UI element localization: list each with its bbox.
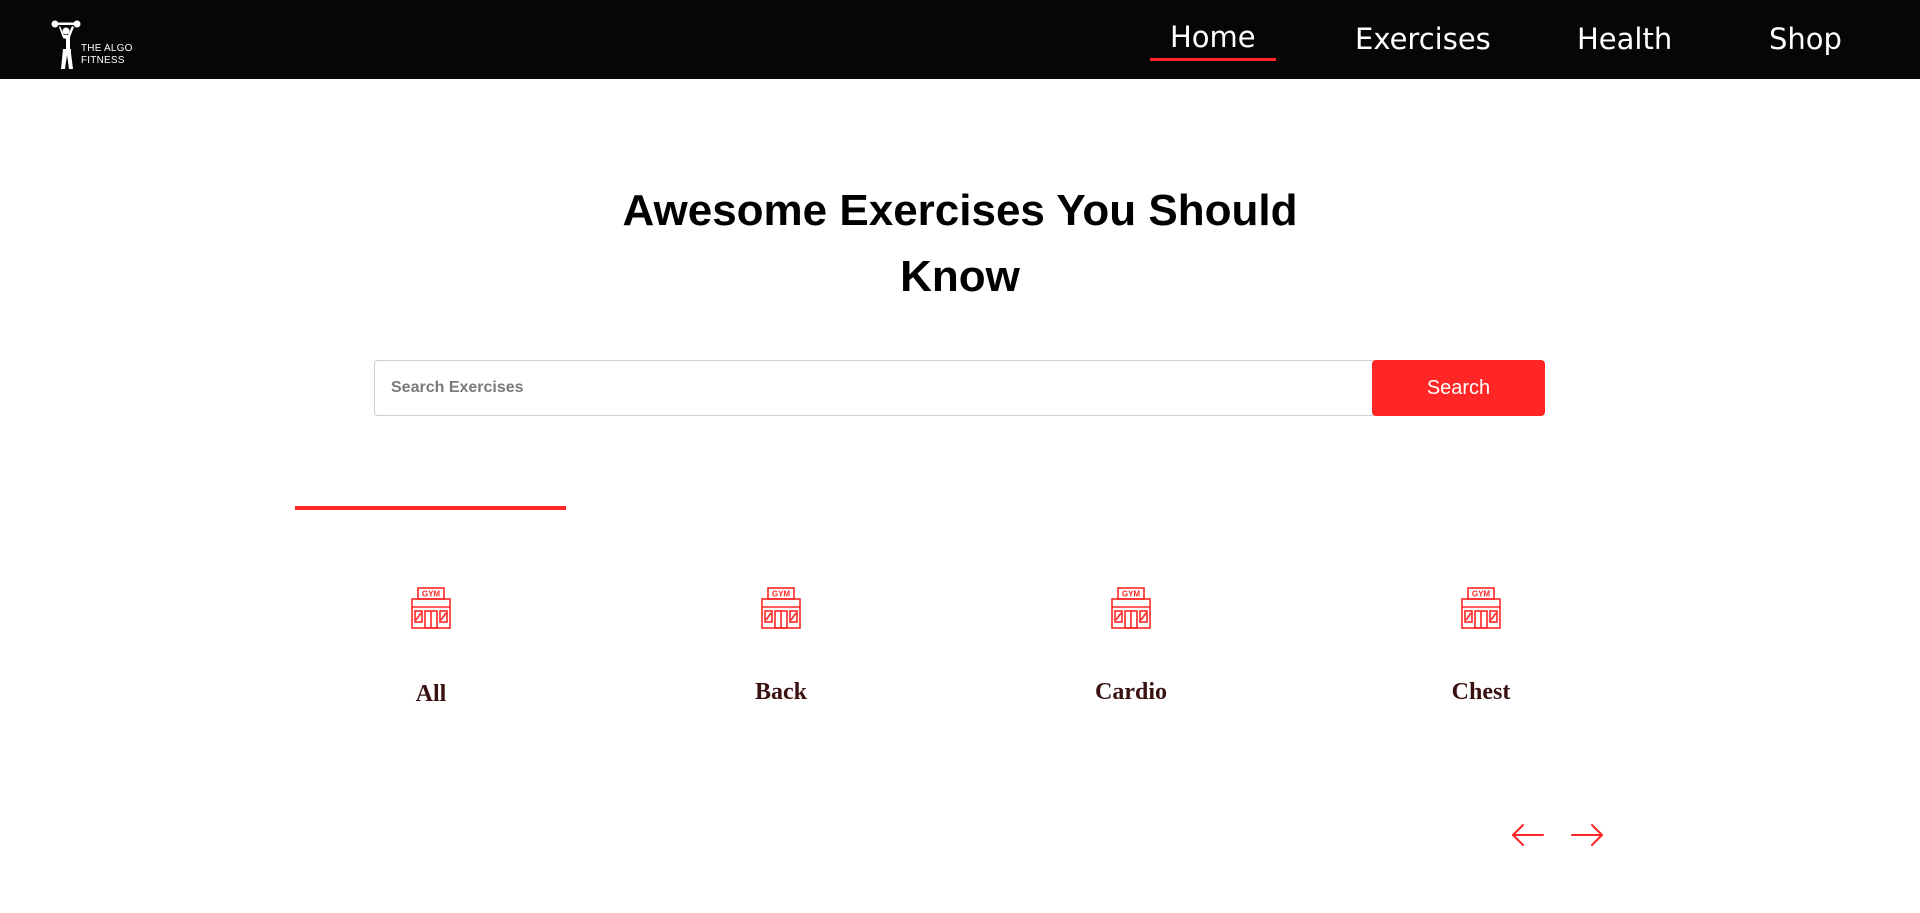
category-label: Cardio <box>1095 679 1167 705</box>
svg-text:GYM: GYM <box>772 590 791 599</box>
arrow-right-icon <box>1571 824 1603 846</box>
search-button[interactable]: Search <box>1372 360 1545 416</box>
svg-text:GYM: GYM <box>422 590 441 599</box>
nav-link-exercises[interactable]: Exercises <box>1355 19 1491 59</box>
gym-icon: GYM <box>1461 587 1501 629</box>
gym-icon: GYM <box>411 587 451 629</box>
page-title: Awesome Exercises You Should Know <box>622 186 1298 301</box>
nav-link-shop[interactable]: Shop <box>1769 19 1842 59</box>
brand-name: THE ALGO FITNESS <box>81 43 133 66</box>
scroll-left-button[interactable] <box>1510 820 1546 850</box>
category-label: All <box>415 681 447 707</box>
selected-category-indicator <box>295 506 566 510</box>
scroll-right-button[interactable] <box>1569 820 1605 850</box>
svg-text:GYM: GYM <box>1122 590 1141 599</box>
search-input[interactable] <box>374 360 1374 416</box>
category-label: Back <box>754 679 807 705</box>
svg-text:GYM: GYM <box>1472 590 1491 599</box>
gym-icon: GYM <box>761 587 801 629</box>
category-label: Chest <box>1451 679 1511 705</box>
category-card-cardio[interactable]: GYM Cardio <box>996 560 1266 730</box>
top-navbar: THE ALGO FITNESS Home Exercises Health S… <box>0 0 1920 79</box>
category-card-all[interactable]: GYM All <box>296 560 566 730</box>
nav-link-home[interactable]: Home <box>1150 17 1276 61</box>
gym-icon: GYM <box>1111 587 1151 629</box>
arrow-left-icon <box>1512 824 1544 846</box>
category-card-chest[interactable]: GYM Chest <box>1346 560 1616 730</box>
nav-link-health[interactable]: Health <box>1577 19 1672 59</box>
brand-logo[interactable]: THE ALGO FITNESS <box>50 17 140 71</box>
category-card-back[interactable]: GYM Back <box>646 560 916 730</box>
